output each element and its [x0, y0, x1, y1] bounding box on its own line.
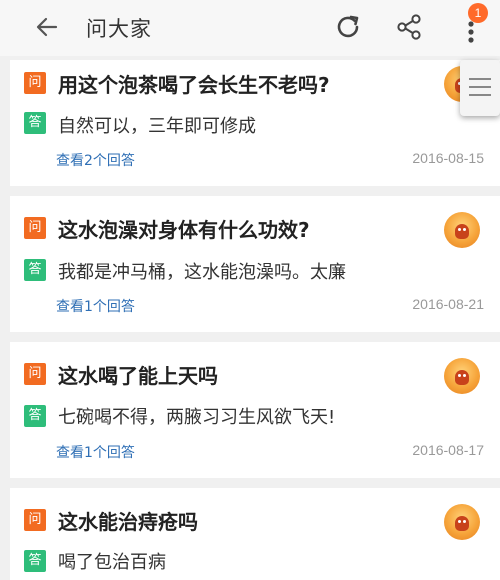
answer-text: 自然可以，三年即可修成 [58, 116, 256, 137]
question-date: 2016-08-21 [412, 296, 484, 312]
question-tag: 问 [24, 363, 46, 385]
question-tag: 问 [24, 509, 46, 531]
menu-line [469, 78, 491, 80]
answer-text: 喝了包治百病 [58, 552, 166, 573]
floating-menu-button[interactable] [460, 60, 500, 116]
question-card[interactable]: 问 用这个泡茶喝了会长生不老吗? 答 自然可以，三年即可修成 查看2个回答 20… [10, 60, 500, 186]
notification-badge: 1 [468, 3, 488, 23]
answer-tag: 答 [24, 112, 46, 134]
question-text: 这水泡澡对身体有什么功效? [58, 218, 310, 242]
avatar [444, 358, 480, 394]
avatar [444, 504, 480, 540]
menu-line [469, 86, 491, 88]
answer-tag: 答 [24, 550, 46, 572]
view-answers-link[interactable]: 查看1个回答 [56, 296, 135, 316]
top-app-bar: 问大家 1 [0, 0, 500, 56]
page-title: 问大家 [86, 17, 152, 41]
answer-tag: 答 [24, 259, 46, 281]
question-card[interactable]: 问 这水泡澡对身体有什么功效? 答 我都是冲马桶，这水能泡澡吗。太廉 查看1个回… [10, 196, 500, 332]
question-tag: 问 [24, 217, 46, 239]
question-date: 2016-08-17 [412, 442, 484, 458]
avatar [444, 212, 480, 248]
question-date: 2016-08-15 [412, 150, 484, 166]
view-answers-link[interactable]: 查看1个回答 [56, 442, 135, 462]
menu-line [469, 94, 491, 96]
view-answers-link[interactable]: 查看2个回答 [56, 150, 135, 170]
question-text: 这水能治痔疮吗 [58, 510, 198, 534]
answer-tag: 答 [24, 405, 46, 427]
arrow-left-icon[interactable] [34, 14, 60, 40]
question-card[interactable]: 问 这水能治痔疮吗 答 喝了包治百病 [10, 488, 500, 580]
question-text: 这水喝了能上天吗 [58, 364, 218, 388]
question-card[interactable]: 问 这水喝了能上天吗 答 七碗喝不得，两腋习习生风欲飞天! 查看1个回答 201… [10, 342, 500, 478]
refresh-icon[interactable] [333, 12, 363, 42]
question-text: 用这个泡茶喝了会长生不老吗? [58, 73, 330, 97]
answer-text: 我都是冲马桶，这水能泡澡吗。太廉 [58, 262, 346, 283]
answer-text: 七碗喝不得，两腋习习生风欲飞天! [58, 407, 336, 428]
question-tag: 问 [24, 72, 46, 94]
share-icon[interactable] [395, 12, 423, 42]
